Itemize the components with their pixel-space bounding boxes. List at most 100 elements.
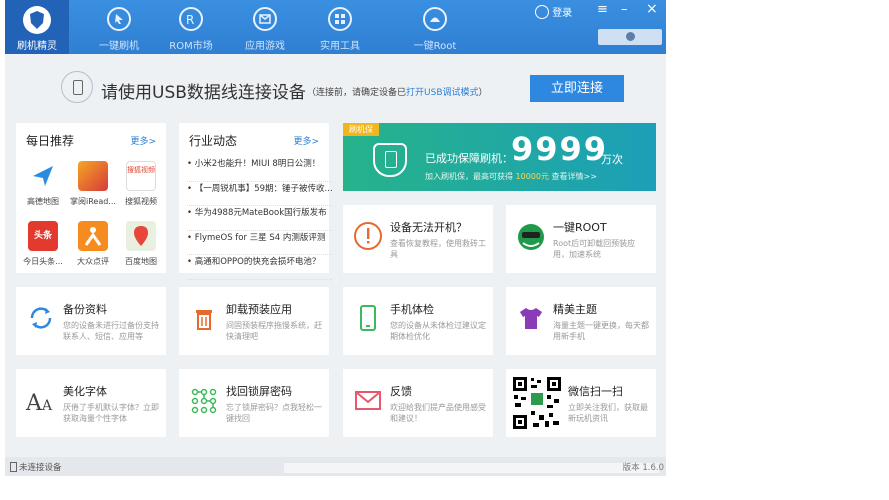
nav-label: ROM市场	[169, 41, 213, 52]
banner-details-link[interactable]: 查看详情>>	[552, 172, 597, 181]
nav-label: 一键Root	[413, 41, 457, 52]
nav-one-click-flash[interactable]: 一键刷机	[87, 0, 151, 54]
card-wechat-scan[interactable]: 微信扫一扫 立即关注我们，获取最新玩机资讯	[506, 369, 656, 437]
news-item[interactable]: • 高通和OPPO的快充会损坏电池？	[187, 255, 332, 280]
app-window: 刷机精灵 一键刷机 R ROM市场 应用游戏 实用工具 一键Root 登录 ≡ …	[5, 0, 666, 476]
phone-check-icon	[351, 301, 385, 335]
card-title: 备份资料	[63, 303, 107, 316]
app-ireader[interactable]: 掌阅iRead...	[68, 161, 118, 207]
navigation-icon	[28, 161, 58, 191]
usb-debug-link[interactable]: 打开USB调试模式	[406, 88, 478, 98]
dianping-icon	[78, 221, 108, 251]
card-desc: 您的设备从未体检过建议定期体检优化	[390, 321, 486, 341]
status-progress-track	[284, 463, 659, 473]
card-title: 手机体检	[390, 303, 434, 316]
sync-icon	[24, 301, 58, 335]
card-themes[interactable]: 精美主题 海量主题一键更换，每天都用新手机	[506, 287, 656, 355]
card-recover-lock-password[interactable]: 找回锁屏密码 忘了锁屏密码？点我轻松一键找回	[179, 369, 329, 437]
nav-brand-label: 刷机精灵	[17, 41, 57, 52]
qr-code-icon	[511, 375, 563, 431]
root-icon	[423, 7, 447, 31]
card-desc: 您的设备未进行过备份支持联系人、短信、应用等	[63, 321, 159, 341]
connect-title: 请使用USB数据线连接设备	[101, 83, 306, 103]
card-title: 设备无法开机？	[390, 221, 467, 234]
card-title: 一键ROOT	[553, 221, 607, 234]
daily-more-link[interactable]: 更多>	[130, 134, 156, 147]
app-baidu-map[interactable]: 百度地图	[116, 221, 166, 267]
news-text: 华为4988元MateBook国行版发布	[194, 208, 327, 218]
daily-recommend-panel: 每日推荐 更多> 高德地图 掌阅iRead... 搜狐视频 搜狐视频 头条 今日…	[16, 123, 166, 273]
app-label: 高德地图	[27, 197, 59, 206]
app-sohu-video[interactable]: 搜狐视频 搜狐视频	[116, 161, 166, 207]
card-phone-check[interactable]: 手机体检 您的设备从未体检过建议定期体检优化	[343, 287, 493, 355]
nav-apps-games[interactable]: 应用游戏	[233, 0, 297, 54]
news-item[interactable]: • 华为4988元MateBook国行版发布	[187, 206, 332, 231]
card-title: 精美主题	[553, 303, 597, 316]
nav-brand[interactable]: 刷机精灵	[5, 0, 69, 54]
banner-line1: 已成功保障刷机：	[425, 152, 513, 165]
phone-icon	[61, 71, 93, 103]
card-title: 微信扫一扫	[568, 385, 623, 398]
nav-one-click-root[interactable]: 一键Root	[395, 0, 475, 54]
card-backup[interactable]: 备份资料 您的设备未进行过备份支持联系人、短信、应用等	[16, 287, 166, 355]
card-uninstall-preinstalled[interactable]: 卸载预装应用 间固预装程序拖慢系统，赶快清理吧	[179, 287, 329, 355]
connect-hint: （连接前，请确定设备已打开USB调试模式）	[307, 85, 488, 98]
login-link[interactable]: 登录	[535, 4, 572, 19]
sohu-badge: 搜狐视频	[127, 166, 155, 174]
minimize-button[interactable]: –	[621, 2, 628, 17]
brand-logo-icon	[23, 6, 51, 34]
tshirt-icon	[514, 301, 548, 335]
news-text: 【一周锐机事】59期：锤子被传收...	[194, 183, 332, 194]
app-label: 今日头条...	[23, 257, 63, 266]
warning-icon	[351, 219, 385, 253]
card-feedback[interactable]: 反馈 欢迎给我们提产品使用感受和建议！	[343, 369, 493, 437]
card-desc: Root后可卸载回预装应用，加速系统	[553, 239, 636, 259]
card-title: 反馈	[390, 385, 412, 398]
toutiao-badge: 头条	[33, 231, 52, 241]
version-label: 版本 1.6.0	[622, 463, 664, 473]
card-desc: 间固预装程序拖慢系统，赶快清理吧	[226, 321, 322, 341]
news-text: FlymeOS for 三星 S4 内测版评测	[194, 232, 326, 243]
rom-icon: R	[179, 7, 203, 31]
apps-icon	[328, 7, 352, 31]
device-status-label: 未连接设备	[19, 463, 62, 473]
hint-pre: （连接前，请确定设备已	[307, 88, 407, 98]
card-one-click-root[interactable]: 一键ROOT Root后可卸载回预装应用，加速系统	[506, 205, 656, 273]
close-button[interactable]: ×	[646, 1, 658, 17]
news-item[interactable]: • FlymeOS for 三星 S4 内测版评测	[187, 231, 332, 255]
card-title: 找回锁屏密码	[226, 385, 292, 398]
font-icon: AA	[24, 383, 58, 417]
news-more-link[interactable]: 更多>	[293, 134, 319, 147]
app-dianping[interactable]: 大众点评	[68, 221, 118, 267]
card-desc: 海量主题一键更换，每天都用新手机	[553, 321, 649, 341]
user-icon	[535, 4, 549, 19]
mail-icon	[253, 7, 277, 31]
banner-unit: 万次	[601, 153, 623, 166]
connect-now-button[interactable]: 立即连接	[530, 75, 624, 102]
card-fonts[interactable]: AA 美化字体 厌倦了手机默认字体？立即获取海量个性字体	[16, 369, 166, 437]
root-android-icon	[514, 219, 548, 253]
card-device-wont-boot[interactable]: 设备无法开机？ 查看恢复教程，使用救砖工具	[343, 205, 493, 273]
app-gaode-map[interactable]: 高德地图	[18, 161, 68, 207]
login-label: 登录	[552, 8, 573, 19]
nav-rom-market[interactable]: R ROM市场	[159, 0, 223, 54]
news-text: 小米2也能升！MIUI 8明日公测！	[194, 159, 321, 169]
trash-icon	[187, 301, 221, 335]
news-item[interactable]: • 小米2也能升！MIUI 8明日公测！	[187, 157, 332, 182]
menu-icon[interactable]: ≡	[597, 2, 608, 17]
toolbar-status-box[interactable]	[598, 29, 662, 45]
flash-guarantee-banner[interactable]: 刷机保 已成功保障刷机： 9999 万次 加入刷机保，最高可获得 10000元 …	[343, 123, 656, 191]
panel-title: 每日推荐	[26, 134, 75, 148]
news-text: 高通和OPPO的快充会损坏电池？	[194, 257, 321, 267]
card-desc: 立即关注我们，获取最新玩机资讯	[568, 403, 648, 423]
banner-line2: 加入刷机保，最高可获得 10000元 查看详情>>	[425, 171, 597, 182]
banner-line2-pre: 加入刷机保，最高可获得	[425, 172, 513, 181]
nav-label: 一键刷机	[99, 41, 139, 52]
nav-tools[interactable]: 实用工具	[308, 0, 372, 54]
banner-tag: 刷机保	[343, 123, 379, 136]
news-item[interactable]: • 【一周锐机事】59期：锤子被传收...	[187, 182, 332, 206]
app-label: 搜狐视频	[125, 197, 157, 206]
app-label: 大众点评	[77, 257, 109, 266]
card-title: 美化字体	[63, 385, 107, 398]
app-toutiao[interactable]: 头条 今日头条...	[18, 221, 68, 267]
